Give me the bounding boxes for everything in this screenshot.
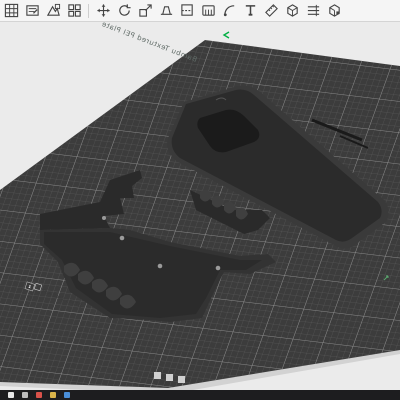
text-tool-icon[interactable] <box>241 2 259 20</box>
seam-paint-icon[interactable] <box>220 2 238 20</box>
rotate-tool-icon[interactable] <box>115 2 133 20</box>
scale-tool-icon[interactable] <box>136 2 154 20</box>
color-paint-icon[interactable] <box>325 2 343 20</box>
grid-layout-icon[interactable] <box>2 2 20 20</box>
os-taskbar <box>0 390 400 400</box>
variable-layer-icon[interactable] <box>304 2 322 20</box>
plate-arrange-icon[interactable] <box>166 374 173 381</box>
files-icon[interactable] <box>50 392 56 398</box>
search-icon[interactable] <box>22 392 28 398</box>
object-list-icon[interactable] <box>23 2 41 20</box>
cut-tool-icon[interactable] <box>178 2 196 20</box>
browser-icon[interactable] <box>36 392 42 398</box>
auto-orient-icon[interactable] <box>44 2 62 20</box>
plate-scene: Bambu Textured PEI Plate 1 PLA Basic / P… <box>0 22 400 390</box>
plate-lock-icon[interactable] <box>154 372 161 379</box>
support-paint-icon[interactable] <box>199 2 217 20</box>
3d-viewport[interactable]: Bambu Textured PEI Plate 1 PLA Basic / P… <box>0 22 400 390</box>
start-icon[interactable] <box>8 392 14 398</box>
plate-brand-text: Bambu Textured PEI Plate <box>100 22 198 64</box>
arrange-icon[interactable] <box>65 2 83 20</box>
main-toolbar <box>0 0 400 22</box>
origin-marker-icon <box>222 31 230 39</box>
assembly-icon[interactable] <box>283 2 301 20</box>
app-icon[interactable] <box>64 392 70 398</box>
plate-orient-icon[interactable] <box>178 376 185 383</box>
lay-on-face-icon[interactable] <box>157 2 175 20</box>
move-tool-icon[interactable] <box>94 2 112 20</box>
measure-tool-icon[interactable] <box>262 2 280 20</box>
toolbar-separator <box>88 3 89 18</box>
